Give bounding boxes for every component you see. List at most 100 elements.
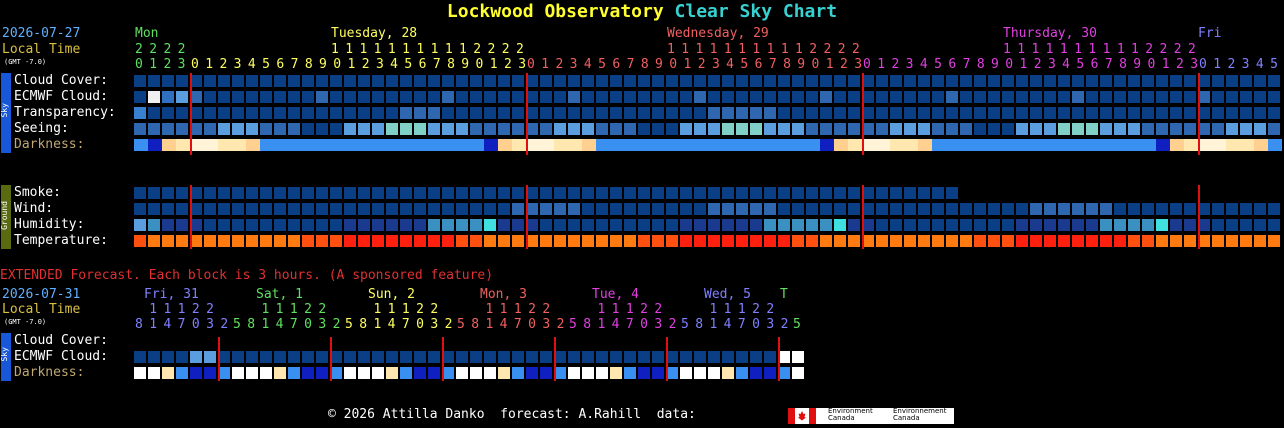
ecmwf-block [1226,91,1238,103]
wind-block [288,203,300,215]
wind-block [148,203,160,215]
ecmwf-cloud-label[interactable]: ECMWF Cloud: [14,89,108,105]
cloud-block [1268,75,1280,87]
seeing-block [1212,123,1224,135]
trans-block [400,107,412,119]
cloud-block [750,75,762,87]
ext-darkness-label[interactable]: Darkness: [14,365,84,381]
ecmwf-block [386,91,398,103]
temp-block [316,235,328,247]
dark-block [1142,139,1156,151]
cloud-cover-label[interactable]: Cloud Cover: [14,73,108,89]
hum-block [694,219,706,231]
dark-block [540,139,554,151]
seeing-block [610,123,622,135]
trans-block [1128,107,1140,119]
smoke-block [890,187,902,199]
ext-darkness-block [288,367,300,379]
trans-block [358,107,370,119]
temp-block [666,235,678,247]
ext-ecmwf-block [456,351,468,363]
temp-block [582,235,594,247]
wind-label[interactable]: Wind: [14,201,53,217]
wind-block [624,203,636,215]
ext-darkness-block [456,367,468,379]
wind-block [176,203,188,215]
seeing-label[interactable]: Seeing: [14,121,69,137]
cloud-block [260,75,272,87]
seeing-block [582,123,594,135]
darkness-label[interactable]: Darkness: [14,137,84,153]
ext-cloud-cover-label[interactable]: Cloud Cover: [14,333,108,349]
environment-canada-logo[interactable]: Environment Canada Environnement Canada [788,408,954,424]
day-label-mon: Mon [135,26,158,42]
temp-block [414,235,426,247]
wind-block [498,203,510,215]
cloud-block [946,75,958,87]
day-fri: Fri [1198,26,1222,41]
ext-ecmwf-block [386,351,398,363]
smoke-block [806,187,818,199]
ecmwf-block [596,91,608,103]
wind-block [890,203,902,215]
seeing-block [386,123,398,135]
trans-block [344,107,356,119]
ext-day-thu: T [780,287,788,302]
wind-block [1030,203,1042,215]
dark-block [218,139,232,151]
hum-block [1002,219,1014,231]
wind-block [1170,203,1182,215]
humidity-label[interactable]: Humidity: [14,217,84,233]
seeing-block [274,123,286,135]
temp-block [1184,235,1196,247]
trans-block [848,107,860,119]
seeing-block [1072,123,1084,135]
smoke-block [722,187,734,199]
midnight-line [862,185,864,249]
cloud-block [624,75,636,87]
cloud-block [442,75,454,87]
hour-ones-fri: 012345 [1199,57,1284,72]
ext-sky-group-bar: Sky [0,333,11,381]
seeing-block [512,123,524,135]
hum-block [428,219,440,231]
hum-block [1240,219,1252,231]
dark-block [820,139,834,151]
smoke-label[interactable]: Smoke: [14,185,61,201]
seeing-block [1002,123,1014,135]
seeing-block [652,123,664,135]
day-wed: Wednesday, 29 [667,26,769,41]
ext-ecmwf-block [512,351,524,363]
ecmwf-block [820,91,832,103]
cloud-block [1030,75,1042,87]
seeing-block [134,123,146,135]
dark-block [988,139,1002,151]
wind-block [218,203,230,215]
wind-block [134,203,146,215]
hum-block [904,219,916,231]
dark-block [1072,139,1086,151]
cloud-block [218,75,230,87]
ext-ecmwf-block [764,351,776,363]
dark-block [358,139,372,151]
smoke-block [386,187,398,199]
ext-ecmwf-cloud-label[interactable]: ECMWF Cloud: [14,349,108,365]
trans-block [1086,107,1098,119]
seeing-block [1030,123,1042,135]
seeing-block [1268,123,1280,135]
trans-block [1156,107,1168,119]
trans-block [1072,107,1084,119]
ext-midnight-line [554,337,556,381]
ecmwf-block [344,91,356,103]
temperature-label[interactable]: Temperature: [14,233,108,249]
hum-block [274,219,286,231]
cloud-block [820,75,832,87]
temp-block [176,235,188,247]
transparency-label[interactable]: Transparency: [14,105,116,121]
seeing-block [302,123,314,135]
seeing-block [260,123,272,135]
temp-block [428,235,440,247]
hum-block [1086,219,1098,231]
wind-block [988,203,1000,215]
trans-block [1142,107,1154,119]
